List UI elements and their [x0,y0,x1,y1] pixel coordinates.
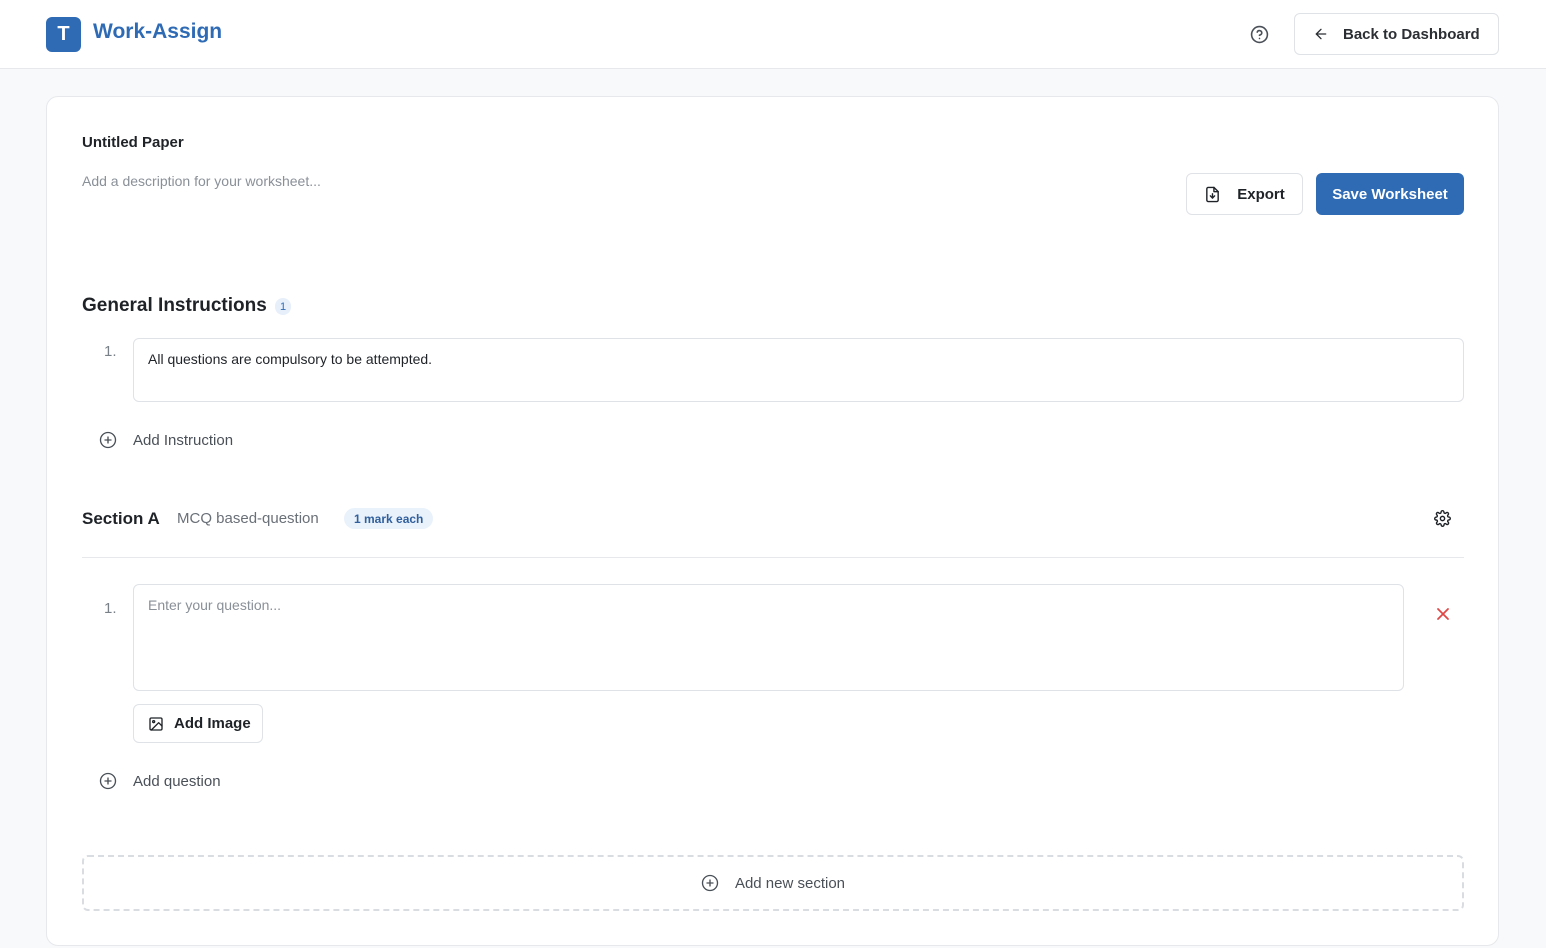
arrow-left-icon [1313,26,1329,42]
add-new-section-label: Add new section [734,874,846,892]
add-new-section-button[interactable]: Add new section [82,855,1464,911]
logo[interactable]: T [46,17,81,52]
close-icon[interactable] [1436,607,1450,621]
section-subtitle: MCQ based-question [177,510,319,527]
section-divider [82,557,1464,558]
paper-title-input[interactable]: Untitled Paper [82,134,184,151]
back-to-dashboard-button[interactable]: Back to Dashboard [1294,13,1499,55]
save-worksheet-button[interactable]: Save Worksheet [1316,173,1464,215]
app-title[interactable]: Work-Assign [93,20,222,44]
image-icon [148,716,164,732]
add-image-button[interactable]: Add Image [133,704,263,743]
add-question-button[interactable]: Add question [99,772,221,790]
file-download-icon [1204,186,1221,203]
marks-badge: 1 mark each [344,508,434,529]
instructions-count-badge: 1 [275,298,292,315]
add-image-label: Add Image [174,715,251,732]
add-instruction-label: Add Instruction [133,431,234,449]
question-number: 1. [104,600,117,617]
top-bar: T Work-Assign Back to Dashboard [0,0,1546,69]
paper-description-input[interactable]: Add a description for your worksheet... [82,173,321,189]
export-button[interactable]: Export [1186,173,1303,215]
general-instructions-title: General Instructions [82,295,267,316]
add-question-label: Add question [133,772,221,790]
back-button-label: Back to Dashboard [1343,25,1480,43]
plus-circle-icon [701,874,719,892]
question-input[interactable]: Enter your question... [133,584,1404,691]
instruction-number: 1. [104,343,117,360]
plus-circle-icon [99,431,117,449]
worksheet-card: Untitled Paper Add a description for you… [46,96,1499,946]
help-circle-icon[interactable] [1250,25,1269,44]
plus-circle-icon [99,772,117,790]
export-label: Export [1237,185,1285,203]
instruction-input[interactable]: All questions are compulsory to be attem… [133,338,1464,402]
gear-icon[interactable] [1434,510,1451,527]
section-title: Section A [82,509,160,528]
add-instruction-button[interactable]: Add Instruction [99,431,233,449]
